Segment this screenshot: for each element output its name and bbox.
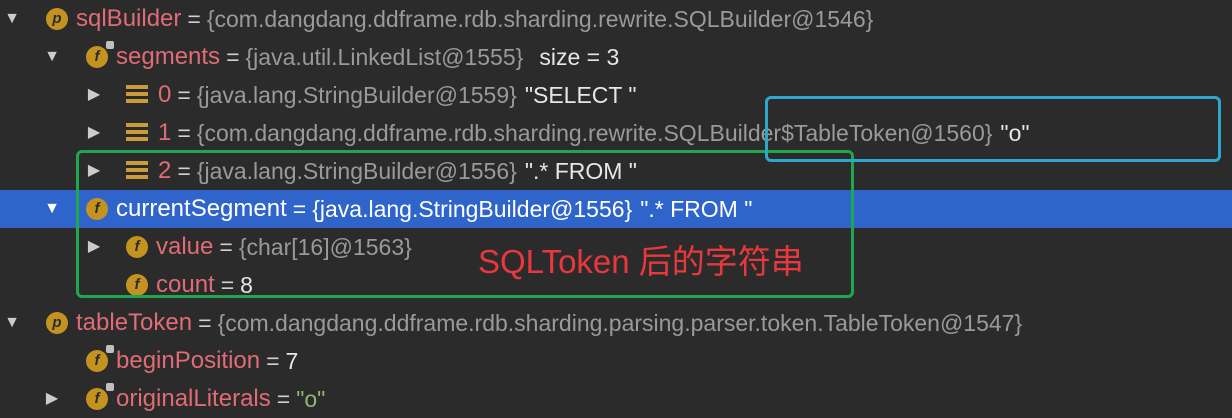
variable-value: "SELECT "	[524, 82, 637, 108]
equals-sign: =	[266, 348, 280, 374]
variable-name: sqlBuilder	[76, 5, 182, 32]
chevron-down-icon[interactable]: ▼	[42, 190, 62, 228]
equals-sign: =	[198, 310, 212, 336]
annotation-label: SQLToken 后的字符串	[478, 243, 804, 280]
chevron-down-icon[interactable]: ▼	[2, 0, 22, 38]
variable-value: "o"	[296, 386, 326, 412]
array-element-icon	[126, 85, 148, 105]
element-index: 1	[158, 119, 172, 146]
property-icon: p	[46, 312, 68, 334]
field-icon: f	[86, 383, 114, 410]
blue-highlight-box	[765, 96, 1221, 162]
chevron-right-icon[interactable]: ▶	[84, 114, 104, 152]
field-icon: f	[86, 41, 114, 68]
element-index: 0	[158, 81, 172, 108]
equals-sign: =	[177, 120, 191, 146]
variable-row-segments[interactable]: ▼ f segments = {java.util.LinkedList@155…	[0, 38, 1232, 76]
chevron-right-icon[interactable]: ▶	[42, 380, 62, 418]
property-icon: p	[46, 8, 68, 30]
variable-name: beginPosition	[116, 347, 261, 374]
lock-icon	[106, 41, 114, 49]
variable-row-tabletoken[interactable]: ▼ p tableToken = {com.dangdang.ddframe.r…	[0, 304, 1232, 342]
lock-icon	[106, 345, 114, 353]
chevron-right-icon[interactable]: ▶	[84, 76, 104, 114]
variable-reference: {java.util.LinkedList@1555}	[245, 44, 524, 70]
variable-row-sqlbuilder[interactable]: ▼ p sqlBuilder = {com.dangdang.ddframe.r…	[0, 0, 1232, 38]
lock-icon	[106, 383, 114, 391]
chevron-down-icon[interactable]: ▼	[2, 304, 22, 342]
equals-sign: =	[276, 386, 291, 412]
variable-value: 7	[285, 348, 299, 374]
equals-sign: =	[177, 82, 191, 108]
chevron-down-icon[interactable]: ▼	[42, 38, 62, 76]
variable-reference: {com.dangdang.ddframe.rdb.sharding.parsi…	[217, 310, 1023, 336]
variable-name: segments	[116, 43, 221, 70]
variable-name: tableToken	[76, 309, 193, 336]
equals-sign: =	[187, 6, 201, 32]
variable-row-originalliterals[interactable]: ▶ f originalLiterals = "o"	[0, 380, 1232, 418]
variable-name: originalLiterals	[116, 385, 271, 412]
array-element-icon	[126, 123, 148, 143]
variable-row-beginposition[interactable]: f beginPosition = 7	[0, 342, 1232, 380]
equals-sign: =	[226, 44, 240, 70]
variable-reference: {com.dangdang.ddframe.rdb.sharding.rewri…	[206, 6, 874, 32]
variable-reference: {java.lang.StringBuilder@1559}	[196, 82, 517, 108]
collection-size: size = 3	[539, 44, 620, 70]
field-icon: f	[86, 345, 114, 372]
